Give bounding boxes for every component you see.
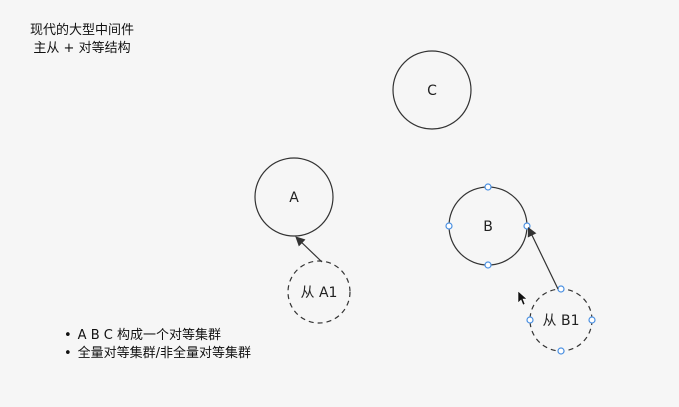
note-item: A B C 构成一个对等集群: [64, 327, 251, 345]
node-b1-handle-left[interactable]: [526, 316, 534, 324]
node-a[interactable]: A: [254, 157, 334, 237]
node-b1-label: 从 B1: [543, 313, 580, 329]
title-line-1: 现代的大型中间件: [30, 23, 135, 38]
node-c[interactable]: C: [392, 50, 472, 130]
node-a-label: A: [289, 190, 299, 206]
node-b1-handle-top[interactable]: [557, 285, 565, 293]
notes-list: A B C 构成一个对等集群 全量对等集群/非全量对等集群: [64, 327, 251, 363]
page-title: 现代的大型中间件 主从 + 对等结构: [30, 22, 134, 58]
note-item: 全量对等集群/非全量对等集群: [64, 345, 251, 363]
node-b1-handle-bottom[interactable]: [557, 347, 565, 355]
node-b1-handle-right[interactable]: [588, 316, 596, 324]
node-b-handle-top[interactable]: [484, 183, 492, 191]
node-a1[interactable]: 从 A1: [287, 260, 351, 324]
node-b1[interactable]: 从 B1: [526, 285, 596, 355]
mouse-cursor-icon: [517, 290, 528, 306]
node-c-label: C: [427, 83, 437, 99]
node-b-handle-left[interactable]: [445, 222, 453, 230]
arrow-a1-to-a[interactable]: [295, 236, 323, 263]
node-b-label: B: [483, 219, 493, 235]
node-b-handle-bottom[interactable]: [484, 261, 492, 269]
title-line-2: 主从 + 对等结构: [33, 41, 131, 56]
node-a1-label: 从 A1: [301, 285, 338, 301]
arrow-b1-to-b[interactable]: [527, 226, 559, 290]
node-b-handle-right[interactable]: [523, 222, 531, 230]
node-b[interactable]: B: [445, 183, 531, 269]
